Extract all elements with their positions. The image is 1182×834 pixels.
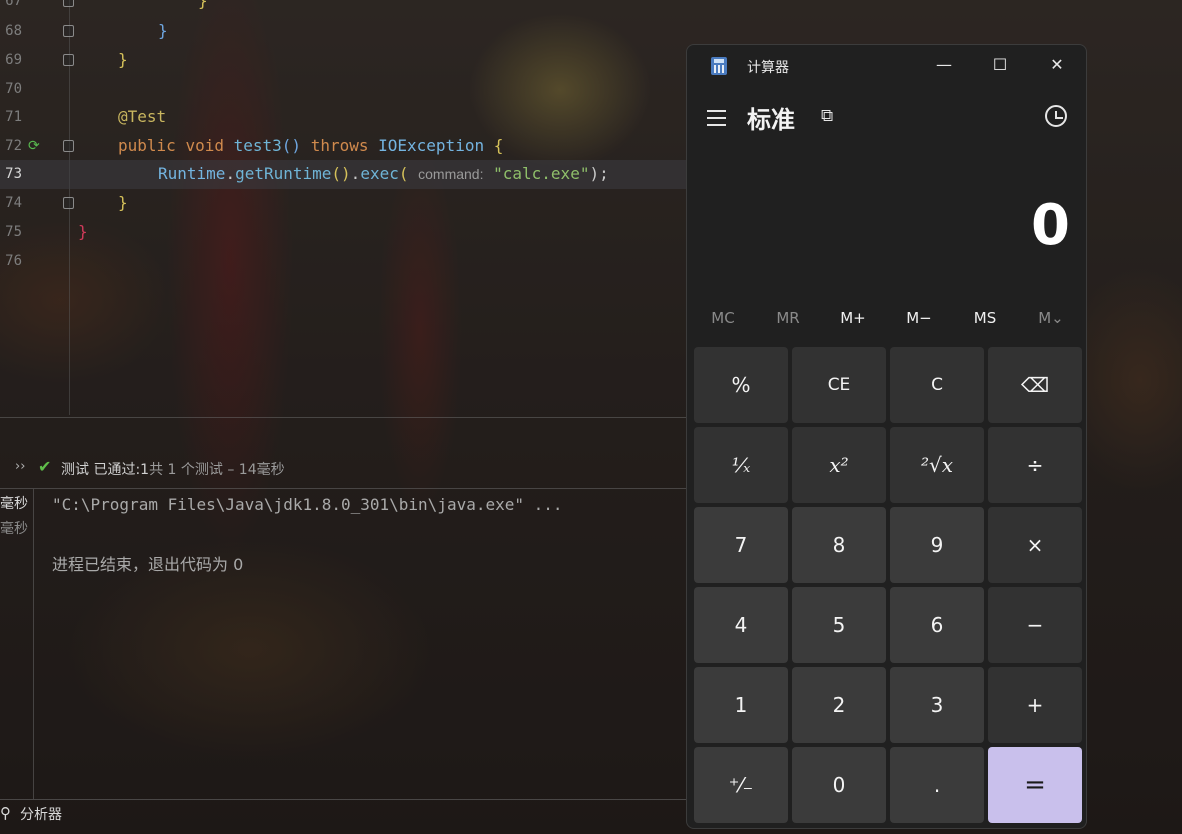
line-number: 73 [5, 166, 22, 182]
memory-recall-button[interactable]: MR [758, 309, 818, 327]
clear-button[interactable]: C [890, 347, 984, 423]
calculator-window[interactable]: 计算器 — ☐ ✕ 标准 ⧉ 0 MC MR M+ M− MS M⌄ % CE … [686, 44, 1087, 829]
expand-chevron-icon[interactable]: ›› [15, 459, 25, 474]
calculator-app-icon [711, 57, 727, 75]
square-root-button[interactable]: ²√x [890, 427, 984, 503]
divide-button[interactable]: ÷ [988, 427, 1082, 503]
digit-3-button[interactable]: 3 [890, 667, 984, 743]
percent-button[interactable]: % [694, 347, 788, 423]
line-number: 76 [5, 253, 22, 269]
run-test-icon[interactable]: ⟳ [28, 138, 44, 154]
memory-subtract-button[interactable]: M− [889, 309, 949, 327]
code-text: } [158, 21, 168, 40]
test-summary: 测试 已通过:1共 1 个测试 – 14毫秒 [61, 462, 285, 478]
check-icon: ✔ [38, 457, 52, 476]
result-display: 0 [1031, 193, 1070, 258]
code-line-69: 69 } [0, 46, 686, 75]
decimal-button[interactable]: . [890, 747, 984, 823]
digit-7-button[interactable]: 7 [694, 507, 788, 583]
output-divider [0, 488, 686, 489]
code-text: } [198, 0, 208, 10]
code-line-76: 76 [0, 247, 686, 276]
window-title: 计算器 [747, 60, 789, 76]
code-line-70: 70 [0, 75, 686, 104]
digit-9-button[interactable]: 9 [890, 507, 984, 583]
line-number: 75 [5, 224, 22, 240]
fold-icon[interactable] [63, 25, 74, 37]
line-number: 67 [5, 0, 22, 9]
code-line-72: 72 ⟳ public void test3() throws IOExcept… [0, 132, 686, 161]
digit-8-button[interactable]: 8 [792, 507, 886, 583]
memory-clear-button[interactable]: MC [693, 309, 753, 327]
negate-button[interactable]: ⁺⁄₋ [694, 747, 788, 823]
test-tree-item[interactable]: 毫秒 [0, 518, 28, 538]
line-number: 72 [5, 138, 22, 154]
line-number: 70 [5, 81, 22, 97]
keep-on-top-icon[interactable]: ⧉ [821, 106, 841, 126]
panel-divider [0, 417, 686, 418]
backspace-button[interactable]: ⌫ [988, 347, 1082, 423]
console-exit-message: 进程已结束，退出代码为 0 [52, 555, 244, 574]
fold-icon[interactable] [63, 197, 74, 209]
line-number: 69 [5, 52, 22, 68]
fold-icon[interactable] [63, 140, 74, 152]
code-text: } [78, 222, 88, 241]
code-line-73: 73 Runtime.getRuntime().exec( command: "… [0, 160, 686, 189]
subtract-button[interactable]: − [988, 587, 1082, 663]
profiler-tab[interactable]: 分析器 [20, 804, 62, 824]
memory-store-button[interactable]: MS [955, 309, 1015, 327]
history-icon[interactable] [1045, 105, 1067, 127]
digit-6-button[interactable]: 6 [890, 587, 984, 663]
test-results-bar: ›› ✔ 测试 已通过:1共 1 个测试 – 14毫秒 [0, 453, 686, 483]
clear-entry-button[interactable]: CE [792, 347, 886, 423]
console-command: "C:\Program Files\Java\jdk1.8.0_301\bin\… [52, 495, 563, 514]
square-button[interactable]: x² [792, 427, 886, 503]
digit-1-button[interactable]: 1 [694, 667, 788, 743]
add-button[interactable]: + [988, 667, 1082, 743]
tree-divider [33, 489, 34, 799]
annotation-text: @Test [118, 107, 167, 126]
digit-0-button[interactable]: 0 [792, 747, 886, 823]
digit-4-button[interactable]: 4 [694, 587, 788, 663]
status-bar: ⚲ 分析器 [0, 799, 686, 826]
code-text: Runtime.getRuntime().exec( command: "cal… [158, 164, 609, 183]
parameter-hint: command: [418, 166, 484, 182]
minimize-button[interactable]: — [916, 45, 972, 85]
code-line-68: 68 } [0, 17, 686, 46]
code-line-75: 75 } [0, 218, 686, 247]
digit-2-button[interactable]: 2 [792, 667, 886, 743]
digit-5-button[interactable]: 5 [792, 587, 886, 663]
memory-list-button[interactable]: M⌄ [1021, 309, 1081, 327]
menu-icon[interactable] [707, 110, 726, 131]
reciprocal-button[interactable]: ¹⁄ₓ [694, 427, 788, 503]
line-number: 74 [5, 195, 22, 211]
code-line-71: 71 @Test [0, 103, 686, 132]
code-text: public void test3() throws IOException { [118, 136, 504, 155]
code-line-74: 74 } [0, 189, 686, 218]
test-tree-item[interactable]: 毫秒 [0, 493, 28, 513]
equals-button[interactable]: = [988, 747, 1082, 823]
fold-icon[interactable] [63, 54, 74, 66]
profiler-icon[interactable]: ⚲ [0, 804, 11, 822]
close-button[interactable]: ✕ [1029, 45, 1085, 85]
code-line-67: 67 } [0, 0, 686, 16]
line-number: 71 [5, 109, 22, 125]
fold-icon[interactable] [63, 0, 74, 7]
memory-add-button[interactable]: M+ [823, 309, 883, 327]
maximize-button[interactable]: ☐ [972, 45, 1028, 85]
multiply-button[interactable]: × [988, 507, 1082, 583]
line-number: 68 [5, 23, 22, 39]
mode-title: 标准 [747, 106, 795, 134]
code-text: } [118, 50, 128, 69]
code-text: } [118, 193, 128, 212]
